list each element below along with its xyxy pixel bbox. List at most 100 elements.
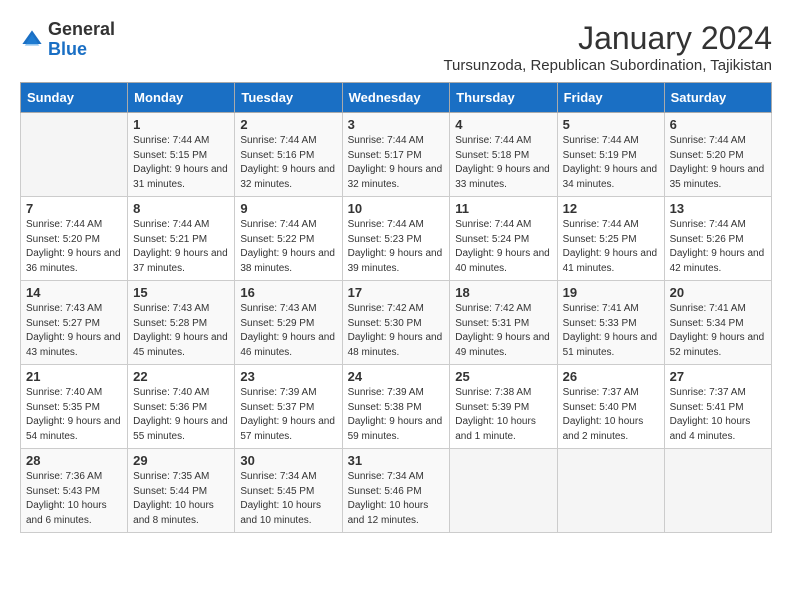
day-number: 28 [26, 453, 122, 468]
day-content: Sunrise: 7:44 AM Sunset: 5:21 PM Dayligh… [133, 218, 229, 276]
day-content: Sunrise: 7:44 AM Sunset: 5:24 PM Dayligh… [455, 218, 551, 276]
day-content: Sunrise: 7:44 AM Sunset: 5:20 PM Dayligh… [670, 134, 766, 192]
title-block: January 2024 Tursunzoda, Republican Subo… [443, 20, 772, 74]
calendar-week-5: 28 Sunrise: 7:36 AM Sunset: 5:43 PM Dayli… [21, 449, 772, 533]
calendar-cell: 26Sunrise: 7:37 AM Sunset: 5:40 PM Dayli… [557, 365, 664, 449]
day-content: Sunrise: 7:44 AM Sunset: 5:26 PM Dayligh… [670, 218, 766, 276]
day-content: Sunrise: 7:44 AM Sunset: 5:22 PM Dayligh… [240, 218, 336, 276]
calendar-week-1: 1Sunrise: 7:44 AM Sunset: 5:15 PM Daylig… [21, 113, 772, 197]
calendar-cell: 14Sunrise: 7:43 AM Sunset: 5:27 PM Dayli… [21, 281, 128, 365]
day-number: 16 [240, 285, 336, 300]
calendar-cell: 7Sunrise: 7:44 AM Sunset: 5:20 PM Daylig… [21, 197, 128, 281]
calendar-cell: 31 Sunrise: 7:34 AM Sunset: 5:46 PM Dayli… [342, 449, 450, 533]
day-content: Sunrise: 7:42 AM Sunset: 5:31 PM Dayligh… [455, 302, 551, 360]
calendar-cell: 9Sunrise: 7:44 AM Sunset: 5:22 PM Daylig… [235, 197, 342, 281]
day-number: 12 [563, 201, 659, 216]
calendar-cell [450, 449, 557, 533]
day-number: 20 [670, 285, 766, 300]
day-content: Sunrise: 7:43 AM Sunset: 5:27 PM Dayligh… [26, 302, 122, 360]
day-number: 15 [133, 285, 229, 300]
calendar-cell: 16 Sunrise: 7:43 AM Sunset: 5:29 PM Dayli… [235, 281, 342, 365]
day-content: Sunrise: 7:44 AM Sunset: 5:16 PM Dayligh… [240, 134, 336, 192]
day-number: 31 [348, 453, 445, 468]
calendar-cell: 23 Sunrise: 7:39 AM Sunset: 5:37 PM Dayli… [235, 365, 342, 449]
day-number: 2 [240, 117, 336, 132]
logo: General Blue [20, 20, 115, 60]
calendar-cell: 20 Sunrise: 7:41 AM Sunset: 5:34 PM Dayli… [664, 281, 771, 365]
calendar-cell: 21Sunrise: 7:40 AM Sunset: 5:35 PM Dayli… [21, 365, 128, 449]
day-content: Sunrise: 7:34 AM Sunset: 5:45 PM Dayligh… [240, 470, 336, 528]
day-content: Sunrise: 7:34 AM Sunset: 5:46 PM Dayligh… [348, 470, 445, 528]
day-number: 27 [670, 369, 766, 384]
header-day-thursday: Thursday [450, 83, 557, 113]
day-number: 11 [455, 201, 551, 216]
calendar-cell [21, 113, 128, 197]
day-number: 5 [563, 117, 659, 132]
day-content: Sunrise: 7:44 AM Sunset: 5:19 PM Dayligh… [563, 134, 659, 192]
header-day-monday: Monday [128, 83, 235, 113]
day-number: 1 [133, 117, 229, 132]
day-content: Sunrise: 7:43 AM Sunset: 5:29 PM Dayligh… [240, 302, 336, 360]
header-day-sunday: Sunday [21, 83, 128, 113]
header-day-tuesday: Tuesday [235, 83, 342, 113]
day-number: 4 [455, 117, 551, 132]
day-content: Sunrise: 7:38 AM Sunset: 5:39 PM Dayligh… [455, 386, 551, 444]
calendar-cell: 8 Sunrise: 7:44 AM Sunset: 5:21 PM Daylig… [128, 197, 235, 281]
calendar-cell [664, 449, 771, 533]
calendar-cell: 17Sunrise: 7:42 AM Sunset: 5:30 PM Dayli… [342, 281, 450, 365]
day-number: 3 [348, 117, 445, 132]
day-content: Sunrise: 7:43 AM Sunset: 5:28 PM Dayligh… [133, 302, 229, 360]
day-content: Sunrise: 7:40 AM Sunset: 5:36 PM Dayligh… [133, 386, 229, 444]
day-number: 23 [240, 369, 336, 384]
day-content: Sunrise: 7:36 AM Sunset: 5:43 PM Dayligh… [26, 470, 122, 528]
day-content: Sunrise: 7:39 AM Sunset: 5:38 PM Dayligh… [348, 386, 445, 444]
day-number: 25 [455, 369, 551, 384]
location-subtitle: Tursunzoda, Republican Subordination, Ta… [443, 57, 772, 74]
calendar-cell: 19 Sunrise: 7:41 AM Sunset: 5:33 PM Dayli… [557, 281, 664, 365]
day-number: 22 [133, 369, 229, 384]
calendar-cell [557, 449, 664, 533]
calendar-table: SundayMondayTuesdayWednesdayThursdayFrid… [20, 82, 772, 533]
calendar-cell: 25 Sunrise: 7:38 AM Sunset: 5:39 PM Dayli… [450, 365, 557, 449]
day-content: Sunrise: 7:42 AM Sunset: 5:30 PM Dayligh… [348, 302, 445, 360]
calendar-week-4: 21Sunrise: 7:40 AM Sunset: 5:35 PM Dayli… [21, 365, 772, 449]
calendar-body: 1Sunrise: 7:44 AM Sunset: 5:15 PM Daylig… [21, 113, 772, 533]
calendar-cell: 30 Sunrise: 7:34 AM Sunset: 5:45 PM Dayli… [235, 449, 342, 533]
calendar-cell: 22 Sunrise: 7:40 AM Sunset: 5:36 PM Dayli… [128, 365, 235, 449]
header-day-saturday: Saturday [664, 83, 771, 113]
day-content: Sunrise: 7:35 AM Sunset: 5:44 PM Dayligh… [133, 470, 229, 528]
day-content: Sunrise: 7:37 AM Sunset: 5:41 PM Dayligh… [670, 386, 766, 444]
day-content: Sunrise: 7:41 AM Sunset: 5:33 PM Dayligh… [563, 302, 659, 360]
calendar-cell: 11 Sunrise: 7:44 AM Sunset: 5:24 PM Dayli… [450, 197, 557, 281]
day-content: Sunrise: 7:39 AM Sunset: 5:37 PM Dayligh… [240, 386, 336, 444]
header-day-wednesday: Wednesday [342, 83, 450, 113]
day-number: 30 [240, 453, 336, 468]
month-title: January 2024 [443, 20, 772, 57]
day-number: 29 [133, 453, 229, 468]
calendar-cell: 3 Sunrise: 7:44 AM Sunset: 5:17 PM Daylig… [342, 113, 450, 197]
calendar-cell: 27 Sunrise: 7:37 AM Sunset: 5:41 PM Dayli… [664, 365, 771, 449]
day-content: Sunrise: 7:41 AM Sunset: 5:34 PM Dayligh… [670, 302, 766, 360]
day-content: Sunrise: 7:44 AM Sunset: 5:17 PM Dayligh… [348, 134, 445, 192]
calendar-week-3: 14Sunrise: 7:43 AM Sunset: 5:27 PM Dayli… [21, 281, 772, 365]
calendar-cell: 18Sunrise: 7:42 AM Sunset: 5:31 PM Dayli… [450, 281, 557, 365]
calendar-cell: 13Sunrise: 7:44 AM Sunset: 5:26 PM Dayli… [664, 197, 771, 281]
calendar-cell: 24 Sunrise: 7:39 AM Sunset: 5:38 PM Dayli… [342, 365, 450, 449]
day-number: 19 [563, 285, 659, 300]
page-header: General Blue January 2024 Tursunzoda, Re… [20, 20, 772, 74]
day-content: Sunrise: 7:44 AM Sunset: 5:18 PM Dayligh… [455, 134, 551, 192]
calendar-cell: 1Sunrise: 7:44 AM Sunset: 5:15 PM Daylig… [128, 113, 235, 197]
day-number: 6 [670, 117, 766, 132]
calendar-cell: 4 Sunrise: 7:44 AM Sunset: 5:18 PM Daylig… [450, 113, 557, 197]
logo-icon [20, 28, 44, 52]
day-number: 24 [348, 369, 445, 384]
header-day-friday: Friday [557, 83, 664, 113]
day-content: Sunrise: 7:44 AM Sunset: 5:23 PM Dayligh… [348, 218, 445, 276]
day-number: 8 [133, 201, 229, 216]
day-content: Sunrise: 7:44 AM Sunset: 5:25 PM Dayligh… [563, 218, 659, 276]
day-content: Sunrise: 7:44 AM Sunset: 5:20 PM Dayligh… [26, 218, 122, 276]
calendar-week-2: 7Sunrise: 7:44 AM Sunset: 5:20 PM Daylig… [21, 197, 772, 281]
calendar-cell: 15 Sunrise: 7:43 AM Sunset: 5:28 PM Dayli… [128, 281, 235, 365]
logo-text: General Blue [48, 20, 115, 60]
day-number: 26 [563, 369, 659, 384]
